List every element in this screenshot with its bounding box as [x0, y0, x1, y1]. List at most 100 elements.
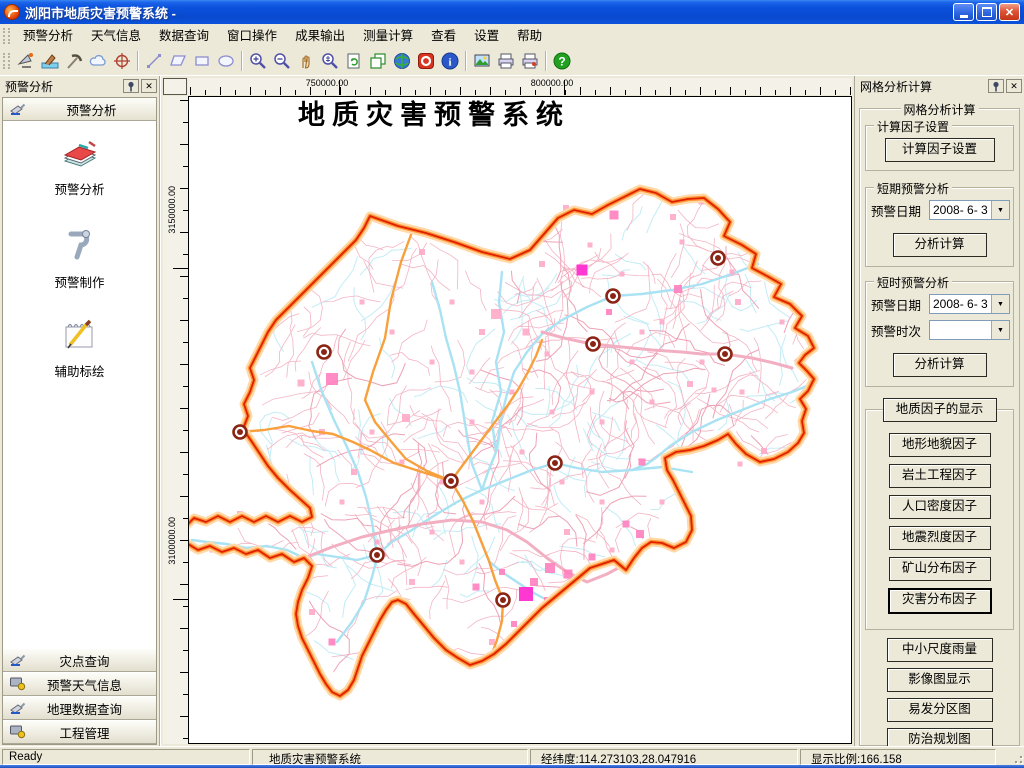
map-title: 地质灾害预警系统: [298, 99, 570, 130]
menu-item-7[interactable]: 设置: [465, 25, 508, 47]
close-icon[interactable]: ✕: [141, 79, 157, 93]
help-icon[interactable]: ?: [550, 49, 574, 73]
zoom-in-icon[interactable]: [246, 49, 270, 73]
menu-item-1[interactable]: 天气信息: [82, 25, 150, 47]
print-icon[interactable]: [494, 49, 518, 73]
maximize-button[interactable]: [976, 3, 997, 21]
nowcast-date-combo[interactable]: 2008- 6- 3 ▼: [929, 294, 1010, 314]
extra-display-button-2[interactable]: 易发分区图: [887, 698, 993, 722]
menu-item-2[interactable]: 数据查询: [150, 25, 218, 47]
brush-icon: [9, 651, 27, 670]
radar-icon[interactable]: [14, 49, 38, 73]
info-icon[interactable]: i: [438, 49, 462, 73]
short-term-group-title: 短期预警分析: [874, 180, 952, 197]
stream-network: [218, 195, 807, 672]
draw-rectangle-icon[interactable]: [190, 49, 214, 73]
vertical-ruler: 3150000.003100000.00: [163, 96, 188, 744]
refresh-view-icon[interactable]: [342, 49, 366, 73]
left-bar-label: 地理数据查询: [27, 699, 156, 718]
minimize-icon: [960, 15, 968, 18]
export-image-icon[interactable]: [470, 49, 494, 73]
left-bar-2[interactable]: 地理数据查询: [3, 696, 156, 720]
zoom-out-icon[interactable]: [270, 49, 294, 73]
pan-hand-icon[interactable]: [294, 49, 318, 73]
brush-icon: [9, 699, 27, 718]
nowcast-time-combo[interactable]: ▼: [929, 320, 1010, 340]
book-icon: [3, 137, 156, 174]
menu-item-4[interactable]: 成果输出: [286, 25, 354, 47]
menu-grip[interactable]: [3, 28, 10, 44]
left-bar-label: 预警天气信息: [27, 675, 156, 694]
left-section-header[interactable]: 预警分析: [3, 98, 156, 121]
print-preview-icon[interactable]: [518, 49, 542, 73]
device-icon: [9, 723, 27, 742]
title-bar: 浏阳市地质灾害预警系统 - ✕: [0, 0, 1024, 24]
close-button[interactable]: ✕: [999, 3, 1020, 21]
left-bar-1[interactable]: 预警天气信息: [3, 672, 156, 696]
pin-icon[interactable]: [988, 79, 1004, 93]
nowcast-analyze-button[interactable]: 分析计算: [893, 353, 987, 377]
left-tool-2[interactable]: 辅助标绘: [3, 317, 156, 380]
left-tool-0[interactable]: 预警分析: [3, 137, 156, 198]
menu-item-5[interactable]: 测量计算: [354, 25, 422, 47]
cloud-icon[interactable]: [86, 49, 110, 73]
window-title: 浏阳市地质灾害预警系统 -: [25, 3, 951, 22]
left-bar-3[interactable]: 工程管理: [3, 720, 156, 744]
chevron-down-icon[interactable]: ▼: [991, 201, 1009, 219]
chevron-down-icon[interactable]: ▼: [991, 321, 1009, 339]
geo-factor-display-button[interactable]: 地质因子的显示: [883, 398, 997, 422]
draw-ellipse-icon[interactable]: [214, 49, 238, 73]
horizontal-ruler: 750000.00800000.00: [188, 78, 852, 95]
left-tool-label: 辅助标绘: [3, 361, 156, 380]
draw-line-icon[interactable]: [142, 49, 166, 73]
pin-icon[interactable]: [123, 79, 139, 93]
short-term-analyze-button[interactable]: 分析计算: [893, 233, 987, 257]
factor-display-button-0[interactable]: 地形地貌因子: [889, 433, 991, 457]
survey-icon[interactable]: [38, 49, 62, 73]
factor-setting-button[interactable]: 计算因子设置: [885, 138, 995, 162]
nowcast-date-value: 2008- 6- 3: [930, 295, 991, 313]
pick-icon[interactable]: [62, 49, 86, 73]
locate-icon[interactable]: [110, 49, 134, 73]
factor-display-button-2[interactable]: 人口密度因子: [889, 495, 991, 519]
forecast-date-combo[interactable]: 2008- 6- 3 ▼: [929, 200, 1010, 220]
left-tool-1[interactable]: 预警制作: [3, 224, 156, 291]
toolbar-separator: [545, 51, 547, 71]
extra-display-button-1[interactable]: 影像图显示: [887, 668, 993, 692]
status-coordinates: 经纬度:114.273103,28.047916: [530, 749, 798, 765]
status-app-name: 地质灾害预警系统: [252, 749, 528, 765]
svg-text:?: ?: [558, 55, 565, 69]
main-area: 预警分析 ✕ 预警分析 预警分析预警制作辅助标绘 灾点查询预警天气信息地理数据查…: [0, 75, 1024, 746]
extra-display-button-3[interactable]: 防治规划图: [887, 728, 993, 746]
left-panel-title: 预警分析: [5, 78, 121, 95]
globe-icon[interactable]: [390, 49, 414, 73]
app-icon: [4, 4, 20, 20]
zoom-window-icon[interactable]: [318, 49, 342, 73]
close-icon[interactable]: ✕: [1006, 79, 1022, 93]
factor-display-button-1[interactable]: 岩土工程因子: [889, 464, 991, 488]
menu-item-0[interactable]: 预警分析: [14, 25, 82, 47]
chevron-down-icon[interactable]: ▼: [991, 295, 1009, 313]
status-ready: Ready: [2, 749, 250, 765]
right-panel-header: 网格分析计算 ✕: [855, 76, 1024, 96]
resize-grip[interactable]: [1010, 749, 1024, 765]
menu-item-6[interactable]: 查看: [422, 25, 465, 47]
nowcast-group: 短时预警分析 预警日期 2008- 6- 3 ▼ 预警时次 ▼: [865, 281, 1014, 387]
extra-display-button-0[interactable]: 中小尺度雨量: [887, 638, 993, 662]
ruler-x-label: 800000.00: [531, 78, 574, 88]
factor-display-button-3[interactable]: 地震烈度因子: [889, 526, 991, 550]
map-canvas[interactable]: 地质灾害预警系统: [188, 96, 852, 744]
ruler-y-label: 3100000.00: [167, 517, 177, 565]
factor-display-button-4[interactable]: 矿山分布因子: [889, 557, 991, 581]
factor-display-button-5[interactable]: 灾害分布因子: [888, 588, 992, 614]
toolbar-grip[interactable]: [3, 53, 10, 69]
draw-polygon-icon[interactable]: [166, 49, 190, 73]
minimize-button[interactable]: [953, 3, 974, 21]
copy-view-icon[interactable]: [366, 49, 390, 73]
menu-item-3[interactable]: 窗口操作: [218, 25, 286, 47]
forecast-date-label: 预警日期: [871, 201, 929, 220]
toolbar-separator: [137, 51, 139, 71]
left-bar-0[interactable]: 灾点查询: [3, 648, 156, 672]
menu-item-8[interactable]: 帮助: [508, 25, 551, 47]
stop-icon[interactable]: [414, 49, 438, 73]
